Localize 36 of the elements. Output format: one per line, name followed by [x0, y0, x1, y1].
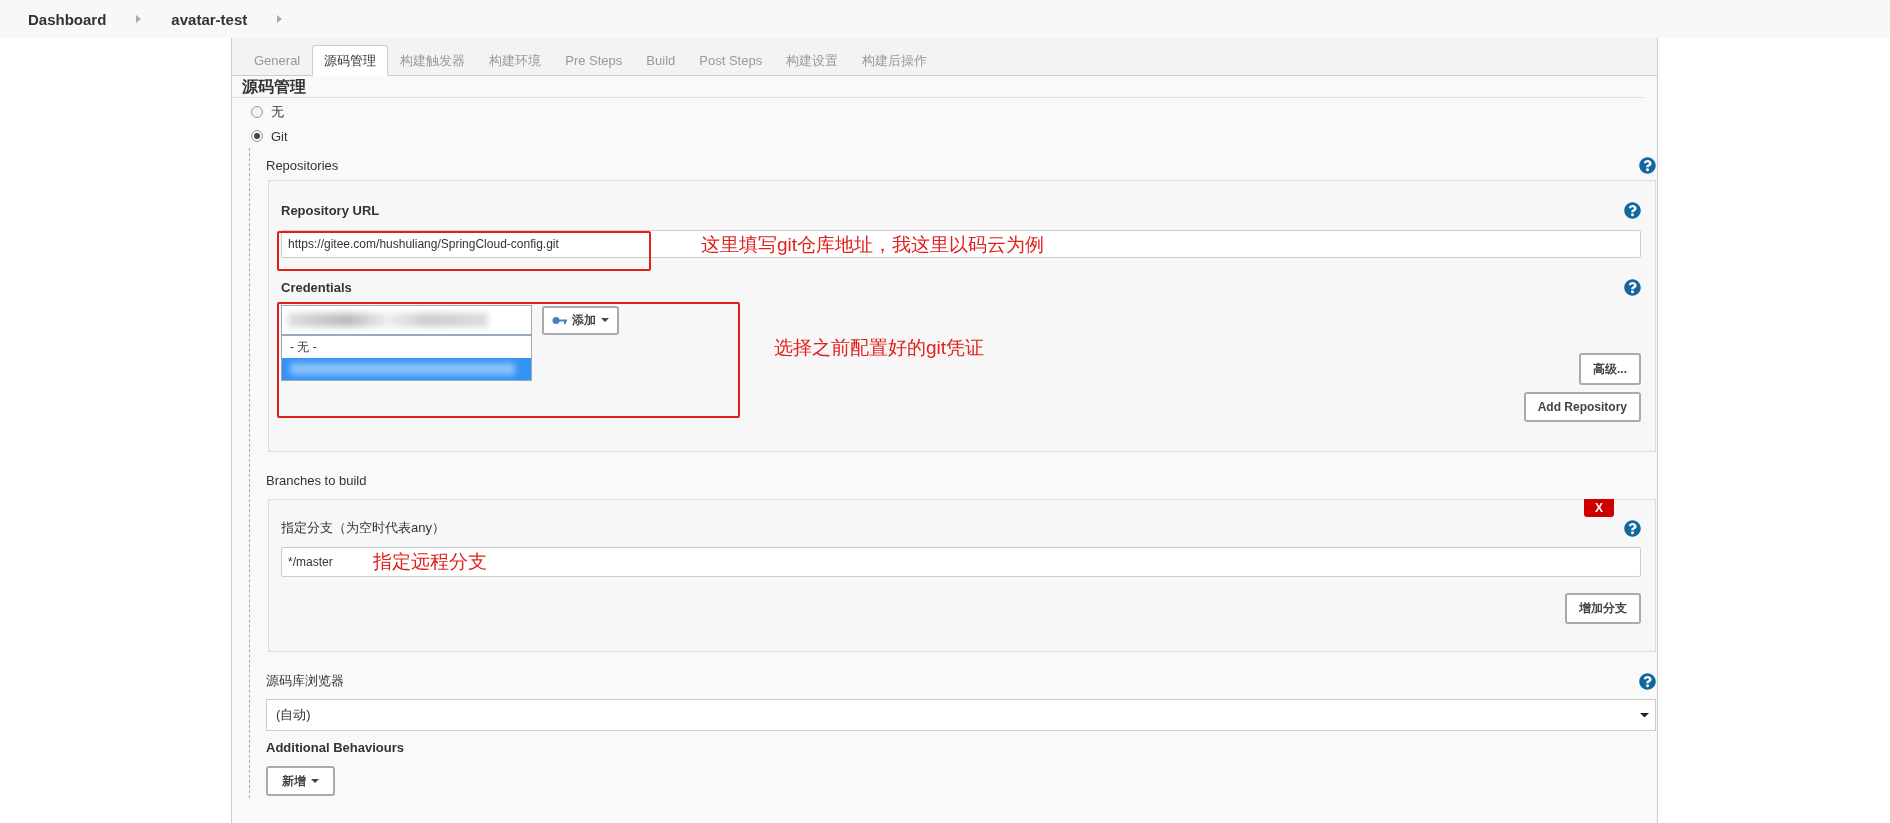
- caret-icon: [601, 318, 609, 322]
- radio-label: Git: [271, 128, 288, 144]
- add-repository-button[interactable]: Add Repository: [1523, 392, 1641, 422]
- additional-behaviours-label: Additional Behaviours: [266, 739, 404, 755]
- advanced-button[interactable]: 高级...: [1579, 353, 1641, 385]
- radio-button[interactable]: [251, 106, 263, 118]
- field-label: 指定分支（为空时代表any）: [281, 519, 445, 537]
- annotation-note: 这里填写git仓库地址，我这里以码云为例: [701, 233, 1045, 257]
- breadcrumb-link[interactable]: avatar-test: [171, 10, 248, 28]
- caret-icon: [311, 779, 319, 783]
- help-icon[interactable]: [1624, 278, 1641, 296]
- chevron-icon: [136, 15, 142, 23]
- annotation-note: 选择之前配置好的git凭证: [774, 336, 985, 360]
- help-icon[interactable]: [1639, 672, 1656, 690]
- delete-button[interactable]: X: [1584, 499, 1614, 517]
- help-icon[interactable]: [1624, 201, 1641, 219]
- radio-button[interactable]: [251, 130, 263, 142]
- chevron-icon: [277, 15, 283, 23]
- field-label: Repository URL: [281, 202, 380, 218]
- browser-select[interactable]: (自动): [266, 699, 1656, 731]
- tab[interactable]: 源码管理: [312, 45, 389, 76]
- branches-label: Branches to build: [266, 472, 367, 488]
- browser-label: 源码库浏览器: [266, 672, 344, 690]
- add-branch-button[interactable]: 增加分支: [1565, 593, 1641, 624]
- caret-icon: [1640, 712, 1649, 718]
- radio-label: 无: [271, 103, 284, 121]
- breadcrumb-link[interactable]: Dashboard: [28, 10, 107, 28]
- add-behaviour-button[interactable]: 新增: [266, 766, 335, 796]
- key-icon: [552, 315, 567, 325]
- help-icon[interactable]: [1639, 156, 1656, 174]
- field-label: Credentials: [281, 279, 352, 295]
- section-title: 源码管理: [232, 76, 1643, 98]
- annotation-note: 指定远程分支: [373, 550, 487, 574]
- help-icon[interactable]: [1624, 519, 1641, 537]
- repositories-label: Repositories: [266, 157, 339, 173]
- add-credentials-button[interactable]: 添加: [542, 305, 619, 335]
